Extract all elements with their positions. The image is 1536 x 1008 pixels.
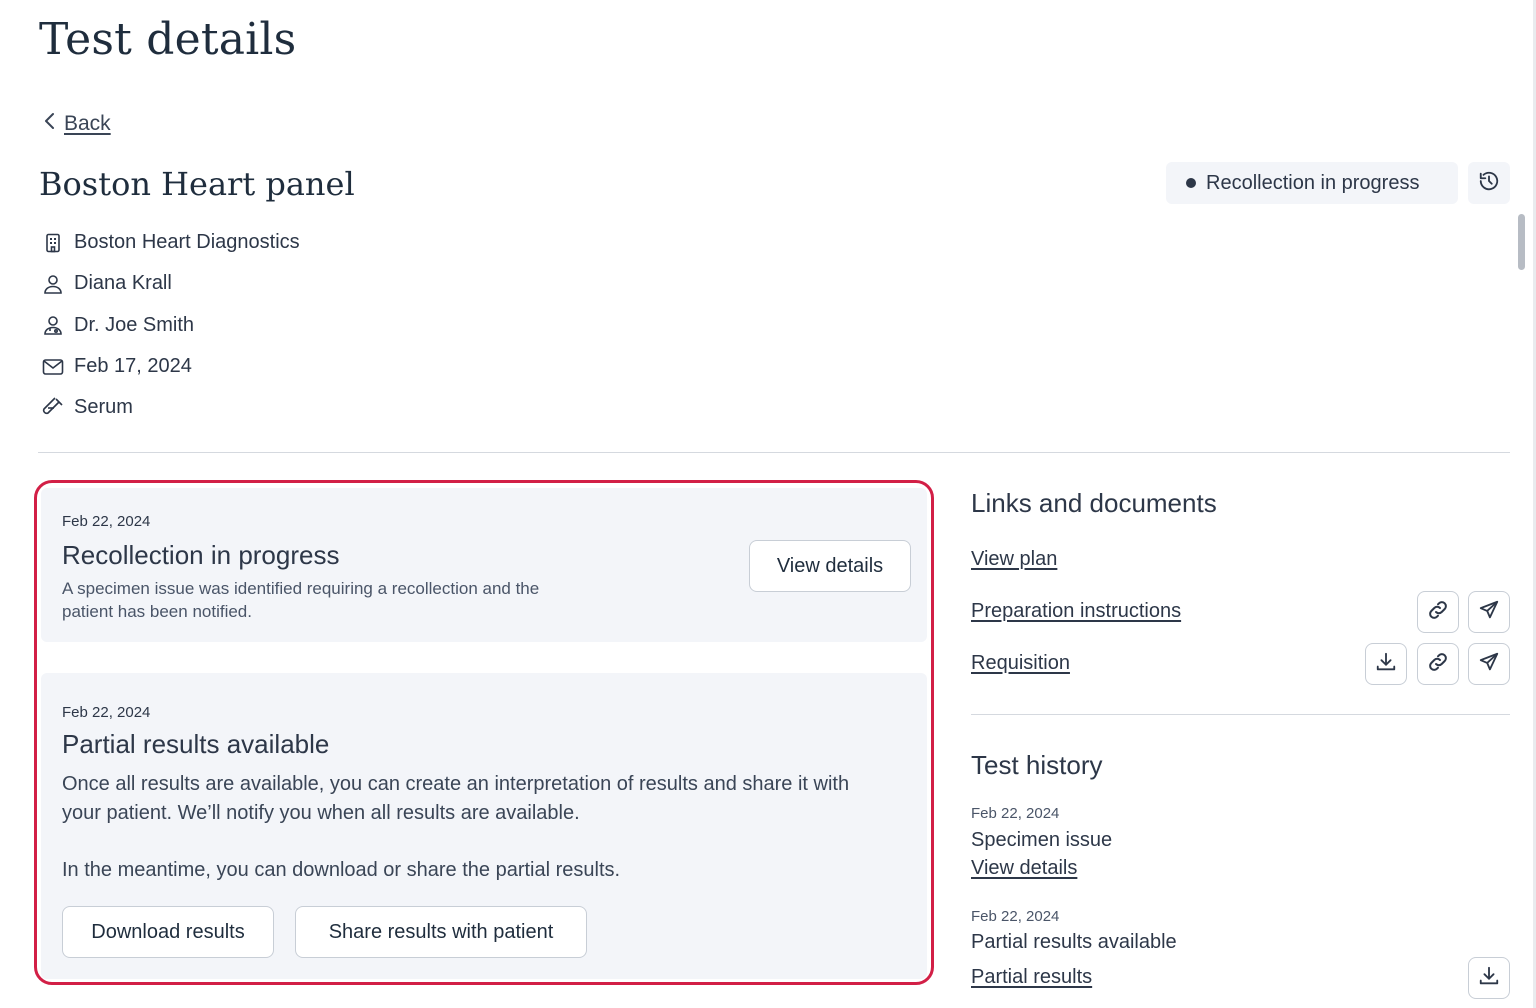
meta-lab-text: Boston Heart Diagnostics: [74, 231, 300, 254]
meta-date-text: Feb 17, 2024: [74, 355, 192, 378]
test-history-title: Test history: [971, 750, 1103, 780]
history-label: Specimen issue: [971, 829, 1113, 851]
download-button[interactable]: [1468, 957, 1510, 999]
copy-link-button[interactable]: [1417, 591, 1459, 633]
meta-patient-text: Diana Krall: [74, 272, 172, 295]
card-paragraph-2: In the meantime, you can download or sha…: [62, 859, 621, 881]
history-icon: [1478, 170, 1500, 197]
test-name: Boston Heart panel: [39, 165, 355, 203]
link-icon: [1426, 650, 1450, 679]
download-icon: [1375, 651, 1397, 678]
download-icon: [1478, 965, 1500, 992]
download-button[interactable]: [1365, 643, 1407, 685]
status-badge: Recollection in progress: [1166, 162, 1458, 204]
status-label: Recollection in progress: [1206, 171, 1420, 194]
send-icon: [1478, 651, 1500, 678]
page-title: Test details: [39, 14, 297, 65]
card-date: Feb 22, 2024: [62, 704, 151, 721]
envelope-icon: [42, 356, 64, 378]
send-button[interactable]: [1468, 591, 1510, 633]
share-results-button[interactable]: Share results with patient: [295, 906, 587, 958]
download-results-button[interactable]: Download results: [62, 906, 274, 958]
card-title: Recollection in progress: [62, 540, 340, 570]
card-title: Partial results available: [62, 729, 330, 759]
view-plan-link[interactable]: View plan: [971, 548, 1057, 571]
test-meta-list: Boston Heart Diagnostics Diana Krall Dr.…: [42, 222, 300, 428]
history-date: Feb 22, 2024: [971, 908, 1060, 925]
card-paragraph: Once all results are available, you can …: [62, 773, 850, 824]
scrollbar-thumb[interactable]: [1518, 214, 1525, 270]
card-description: A specimen issue was identified requirin…: [62, 579, 540, 621]
partial-results-card: Feb 22, 2024 Partial results available O…: [41, 673, 927, 979]
copy-link-button[interactable]: [1417, 643, 1459, 685]
send-icon: [1478, 599, 1500, 626]
back-label: Back: [64, 112, 111, 135]
view-details-button[interactable]: View details: [749, 540, 911, 592]
section-divider: [38, 452, 1510, 453]
meta-patient: Diana Krall: [42, 263, 300, 304]
status-cards-highlight: Feb 22, 2024 Recollection in progress A …: [34, 480, 934, 985]
back-link[interactable]: Back: [44, 112, 111, 136]
doctor-icon: [42, 314, 64, 336]
meta-doctor: Dr. Joe Smith: [42, 305, 300, 346]
partial-results-link[interactable]: Partial results: [971, 966, 1092, 989]
building-icon: [42, 232, 64, 254]
status-dot-icon: [1186, 178, 1196, 188]
right-divider: [971, 714, 1510, 715]
meta-doctor-text: Dr. Joe Smith: [74, 313, 195, 336]
user-icon: [42, 273, 64, 295]
recollection-card: Feb 22, 2024 Recollection in progress A …: [41, 488, 927, 642]
meta-lab: Boston Heart Diagnostics: [42, 222, 300, 263]
history-date: Feb 22, 2024: [971, 805, 1060, 822]
send-button[interactable]: [1468, 643, 1510, 685]
history-label: Partial results available: [971, 931, 1177, 953]
link-icon: [1426, 598, 1450, 627]
test-tube-icon: [42, 397, 64, 419]
preparation-instructions-link[interactable]: Preparation instructions: [971, 600, 1181, 623]
history-button[interactable]: [1468, 162, 1510, 204]
chevron-left-icon: [44, 112, 56, 136]
requisition-link[interactable]: Requisition: [971, 652, 1070, 675]
card-date: Feb 22, 2024: [62, 513, 151, 530]
meta-specimen-text: Serum: [74, 396, 133, 419]
meta-date: Feb 17, 2024: [42, 346, 300, 387]
history-view-details-link[interactable]: View details: [971, 857, 1077, 880]
meta-specimen: Serum: [42, 387, 300, 428]
links-documents-title: Links and documents: [971, 488, 1217, 518]
